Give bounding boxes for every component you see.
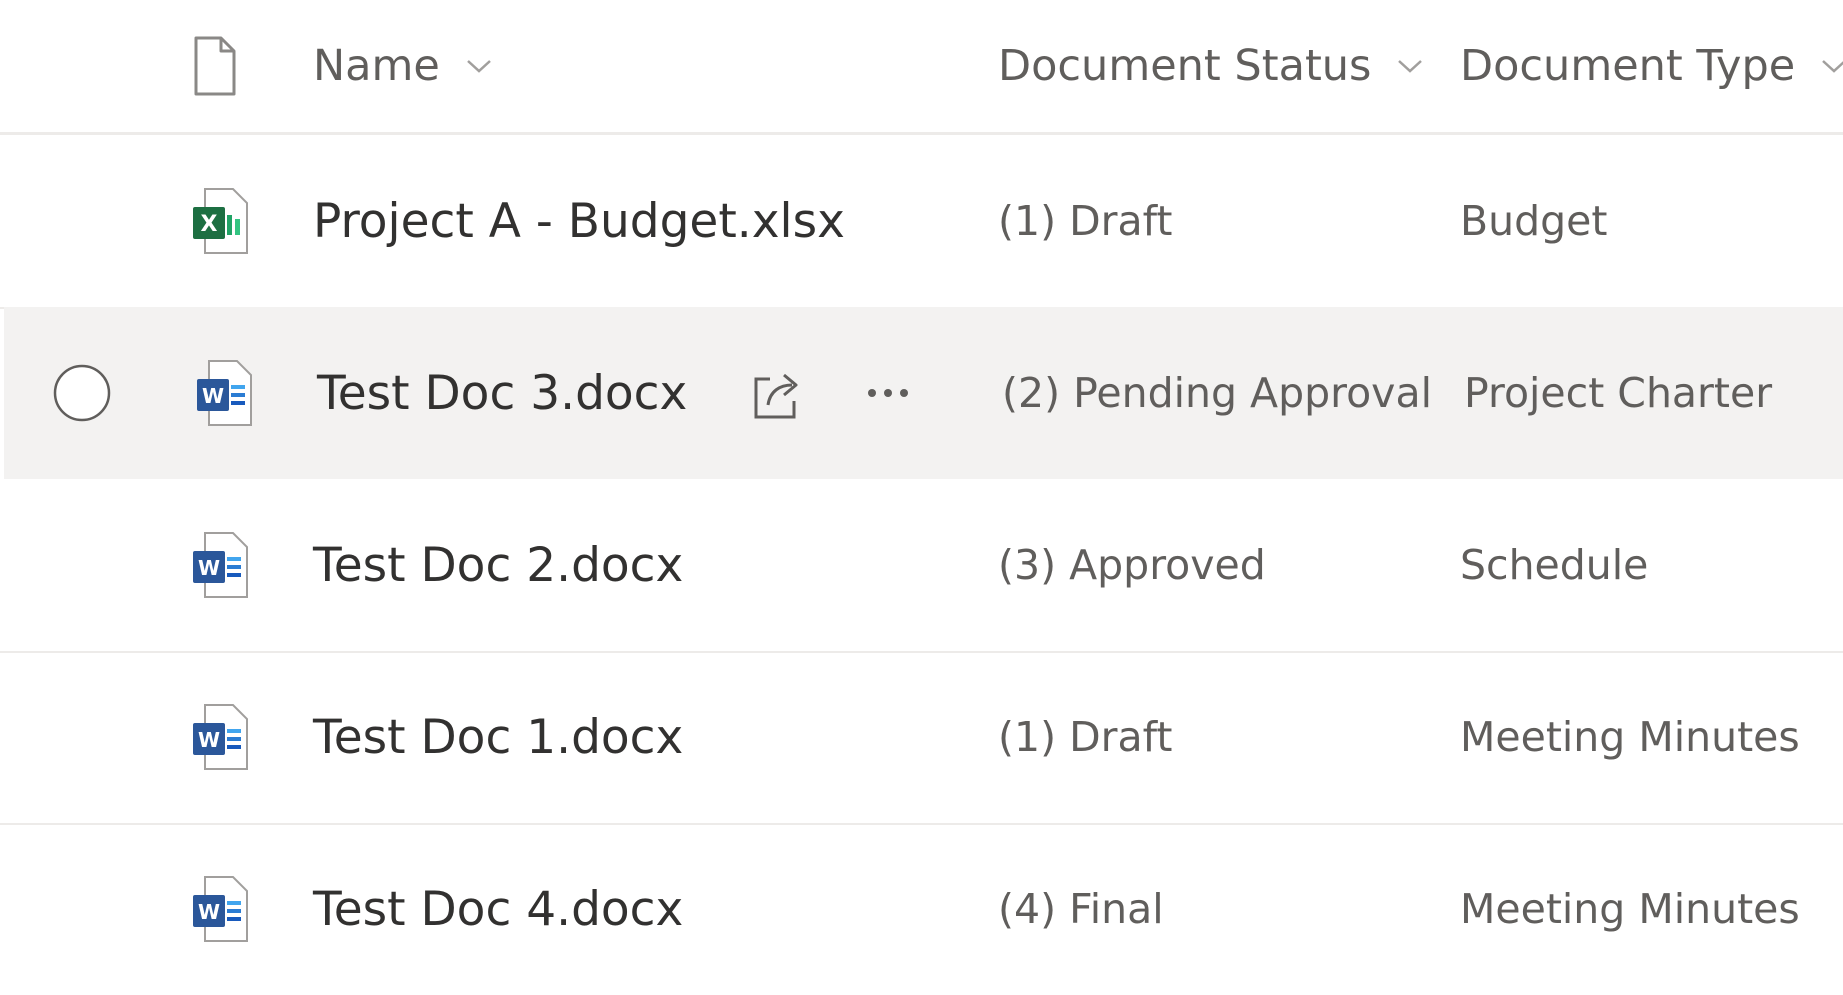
row-actions <box>744 307 924 479</box>
name-column-header[interactable]: Name <box>313 0 492 132</box>
svg-text:W: W <box>198 728 220 752</box>
file-type-column-header[interactable] <box>190 0 240 132</box>
svg-text:W: W <box>198 556 220 580</box>
list-header: Name Document Status Document Type <box>0 0 1843 135</box>
share-icon <box>754 373 798 419</box>
document-status-value: (1) Draft <box>998 713 1173 761</box>
table-row[interactable]: W Test Doc 1.docx (1) Draft Meeting Minu… <box>0 651 1843 825</box>
svg-text:W: W <box>202 384 224 408</box>
document-status-value: (4) Final <box>998 885 1164 933</box>
word-file-icon: W <box>190 479 250 651</box>
document-type-column-label: Document Type <box>1460 41 1796 91</box>
document-type-value: Schedule <box>1460 541 1649 589</box>
document-status-column-label: Document Status <box>998 41 1372 91</box>
circle-checkbox-icon <box>53 364 111 422</box>
table-row[interactable]: W Test Doc 2.docx (3) Approved Schedule <box>0 479 1843 653</box>
word-file-icon: W <box>190 651 250 823</box>
document-icon <box>194 36 236 96</box>
chevron-down-icon <box>1397 58 1423 74</box>
svg-text:W: W <box>198 900 220 924</box>
table-row[interactable]: W Test Doc 3.docx (2) Pending Approval P… <box>4 307 1843 479</box>
document-type-value: Budget <box>1460 197 1608 245</box>
chevron-down-icon <box>1821 58 1843 74</box>
table-row[interactable]: W Test Doc 4.docx (4) Final Meeting Minu… <box>0 823 1843 995</box>
document-list: Name Document Status Document Type X Pro… <box>0 0 1843 994</box>
word-file-icon: W <box>190 823 250 995</box>
file-name-link[interactable]: Test Doc 4.docx <box>313 823 683 995</box>
share-button[interactable] <box>744 361 808 425</box>
document-status-value: (2) Pending Approval <box>1002 369 1432 417</box>
document-type-value: Meeting Minutes <box>1460 713 1800 761</box>
document-type-value: Meeting Minutes <box>1460 885 1800 933</box>
document-status-column-header[interactable]: Document Status <box>998 0 1423 132</box>
document-status-value: (3) Approved <box>998 541 1266 589</box>
more-actions-button[interactable] <box>856 361 920 425</box>
file-name-link[interactable]: Test Doc 1.docx <box>313 651 683 823</box>
document-type-value: Project Charter <box>1464 369 1773 417</box>
excel-file-icon: X <box>190 135 250 307</box>
file-name-link[interactable]: Test Doc 3.docx <box>317 307 687 479</box>
more-icon <box>868 389 908 397</box>
document-type-column-header[interactable]: Document Type <box>1460 0 1843 132</box>
name-column-label: Name <box>313 41 440 91</box>
document-status-value: (1) Draft <box>998 197 1173 245</box>
svg-text:X: X <box>201 212 218 237</box>
chevron-down-icon <box>466 58 492 74</box>
word-file-icon: W <box>194 307 254 479</box>
file-name-link[interactable]: Project A - Budget.xlsx <box>313 135 845 307</box>
file-name-link[interactable]: Test Doc 2.docx <box>313 479 683 651</box>
row-select-checkbox[interactable] <box>52 307 112 479</box>
table-row[interactable]: X Project A - Budget.xlsx (1) Draft Budg… <box>0 135 1843 309</box>
